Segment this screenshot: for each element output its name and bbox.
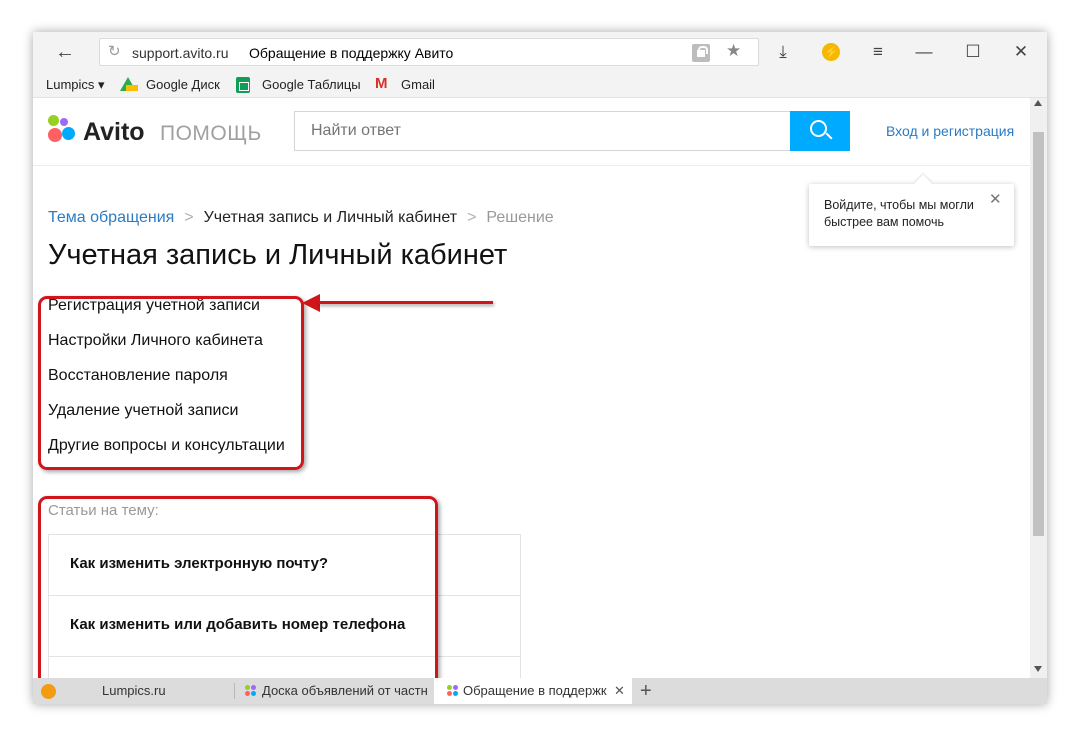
- url-box[interactable]: ↻ support.avito.ru Обращение в поддержку…: [99, 38, 759, 66]
- search-icon: [810, 120, 827, 137]
- tooltip-text: Войдите, чтобы мы могли быстрее вам помо…: [824, 198, 974, 229]
- tab-label: Lumpics.ru: [102, 683, 166, 698]
- maximize-icon[interactable]: ☐: [962, 41, 984, 63]
- bookmarks-bar: Lumpics ▾ Google Диск Google Таблицы M G…: [33, 72, 1047, 98]
- login-link[interactable]: Вход и регистрация: [886, 123, 1014, 139]
- login-tooltip: Войдите, чтобы мы могли быстрее вам помо…: [809, 184, 1014, 246]
- bookmark-google-drive[interactable]: Google Диск: [146, 77, 220, 93]
- avito-logo-icon[interactable]: [48, 115, 76, 145]
- url-domain: support.avito.ru: [132, 45, 229, 61]
- search-input[interactable]: [294, 111, 791, 151]
- search-button[interactable]: [790, 111, 850, 151]
- breadcrumb-item-solution: Решение: [486, 209, 554, 226]
- annotation-highlight-related: [38, 496, 438, 678]
- scroll-thumb[interactable]: [1033, 132, 1044, 536]
- menu-icon[interactable]: ≡: [867, 41, 889, 63]
- new-tab-icon[interactable]: +: [640, 678, 652, 704]
- tab-lumpics[interactable]: Lumpics.ru: [33, 678, 233, 704]
- chevron-right-icon: >: [467, 209, 477, 226]
- tab-avito-support[interactable]: Обращение в поддержк ✕: [434, 678, 632, 704]
- tab-label: Доска объявлений от частн: [262, 683, 428, 698]
- annotation-highlight-topics: [38, 296, 304, 470]
- tab-avito-board[interactable]: Доска объявлений от частн: [235, 678, 431, 704]
- scroll-up-icon[interactable]: [1034, 100, 1042, 106]
- breadcrumb-item-account: Учетная запись и Личный кабинет: [203, 209, 458, 226]
- gmail-icon: M: [375, 75, 388, 92]
- reload-icon[interactable]: ↻: [108, 43, 121, 61]
- bookmark-google-sheets[interactable]: Google Таблицы: [262, 77, 361, 93]
- page-title: Учетная запись и Личный кабинет: [48, 239, 508, 271]
- vertical-scrollbar[interactable]: [1030, 98, 1047, 678]
- close-icon[interactable]: ✕: [1010, 41, 1032, 63]
- brand-name[interactable]: Avito: [83, 118, 145, 147]
- lumpics-favicon-icon: [41, 684, 56, 699]
- google-drive-icon: [120, 77, 138, 91]
- annotation-arrow: [318, 301, 493, 304]
- chevron-right-icon: >: [184, 209, 194, 226]
- scroll-down-icon[interactable]: [1034, 666, 1042, 672]
- tab-label: Обращение в поддержк: [463, 683, 607, 698]
- turbo-icon[interactable]: [822, 43, 840, 61]
- bookmark-folder-lumpics[interactable]: Lumpics ▾: [46, 77, 105, 93]
- star-icon[interactable]: ★: [726, 41, 741, 61]
- site-header: Avito ПОМОЩЬ Вход и регистрация: [33, 98, 1030, 166]
- minimize-icon[interactable]: —: [913, 41, 935, 63]
- google-sheets-icon: [236, 77, 250, 93]
- url-page-title: Обращение в поддержку Авито: [249, 45, 454, 61]
- brand-subtitle: ПОМОЩЬ: [160, 122, 262, 145]
- breadcrumb-item-topic[interactable]: Тема обращения: [48, 209, 174, 226]
- address-bar: ← ↻ support.avito.ru Обращение в поддерж…: [33, 32, 1047, 72]
- close-icon[interactable]: ✕: [989, 190, 1002, 208]
- web-page: Avito ПОМОЩЬ Вход и регистрация Войдите,…: [33, 98, 1033, 678]
- download-icon[interactable]: ⤓: [772, 41, 794, 63]
- close-icon[interactable]: ✕: [614, 678, 625, 704]
- back-button[interactable]: ←: [53, 41, 77, 63]
- lock-icon[interactable]: [692, 44, 710, 62]
- avito-favicon-icon: [447, 685, 459, 697]
- browser-window: ← ↻ support.avito.ru Обращение в поддерж…: [33, 32, 1047, 704]
- breadcrumb: Тема обращения > Учетная запись и Личный к…: [48, 209, 554, 227]
- tab-bar: Lumpics.ru Доска объявлений от частн Обр…: [33, 678, 1047, 704]
- avito-favicon-icon: [245, 685, 257, 697]
- bookmark-gmail[interactable]: Gmail: [401, 77, 435, 93]
